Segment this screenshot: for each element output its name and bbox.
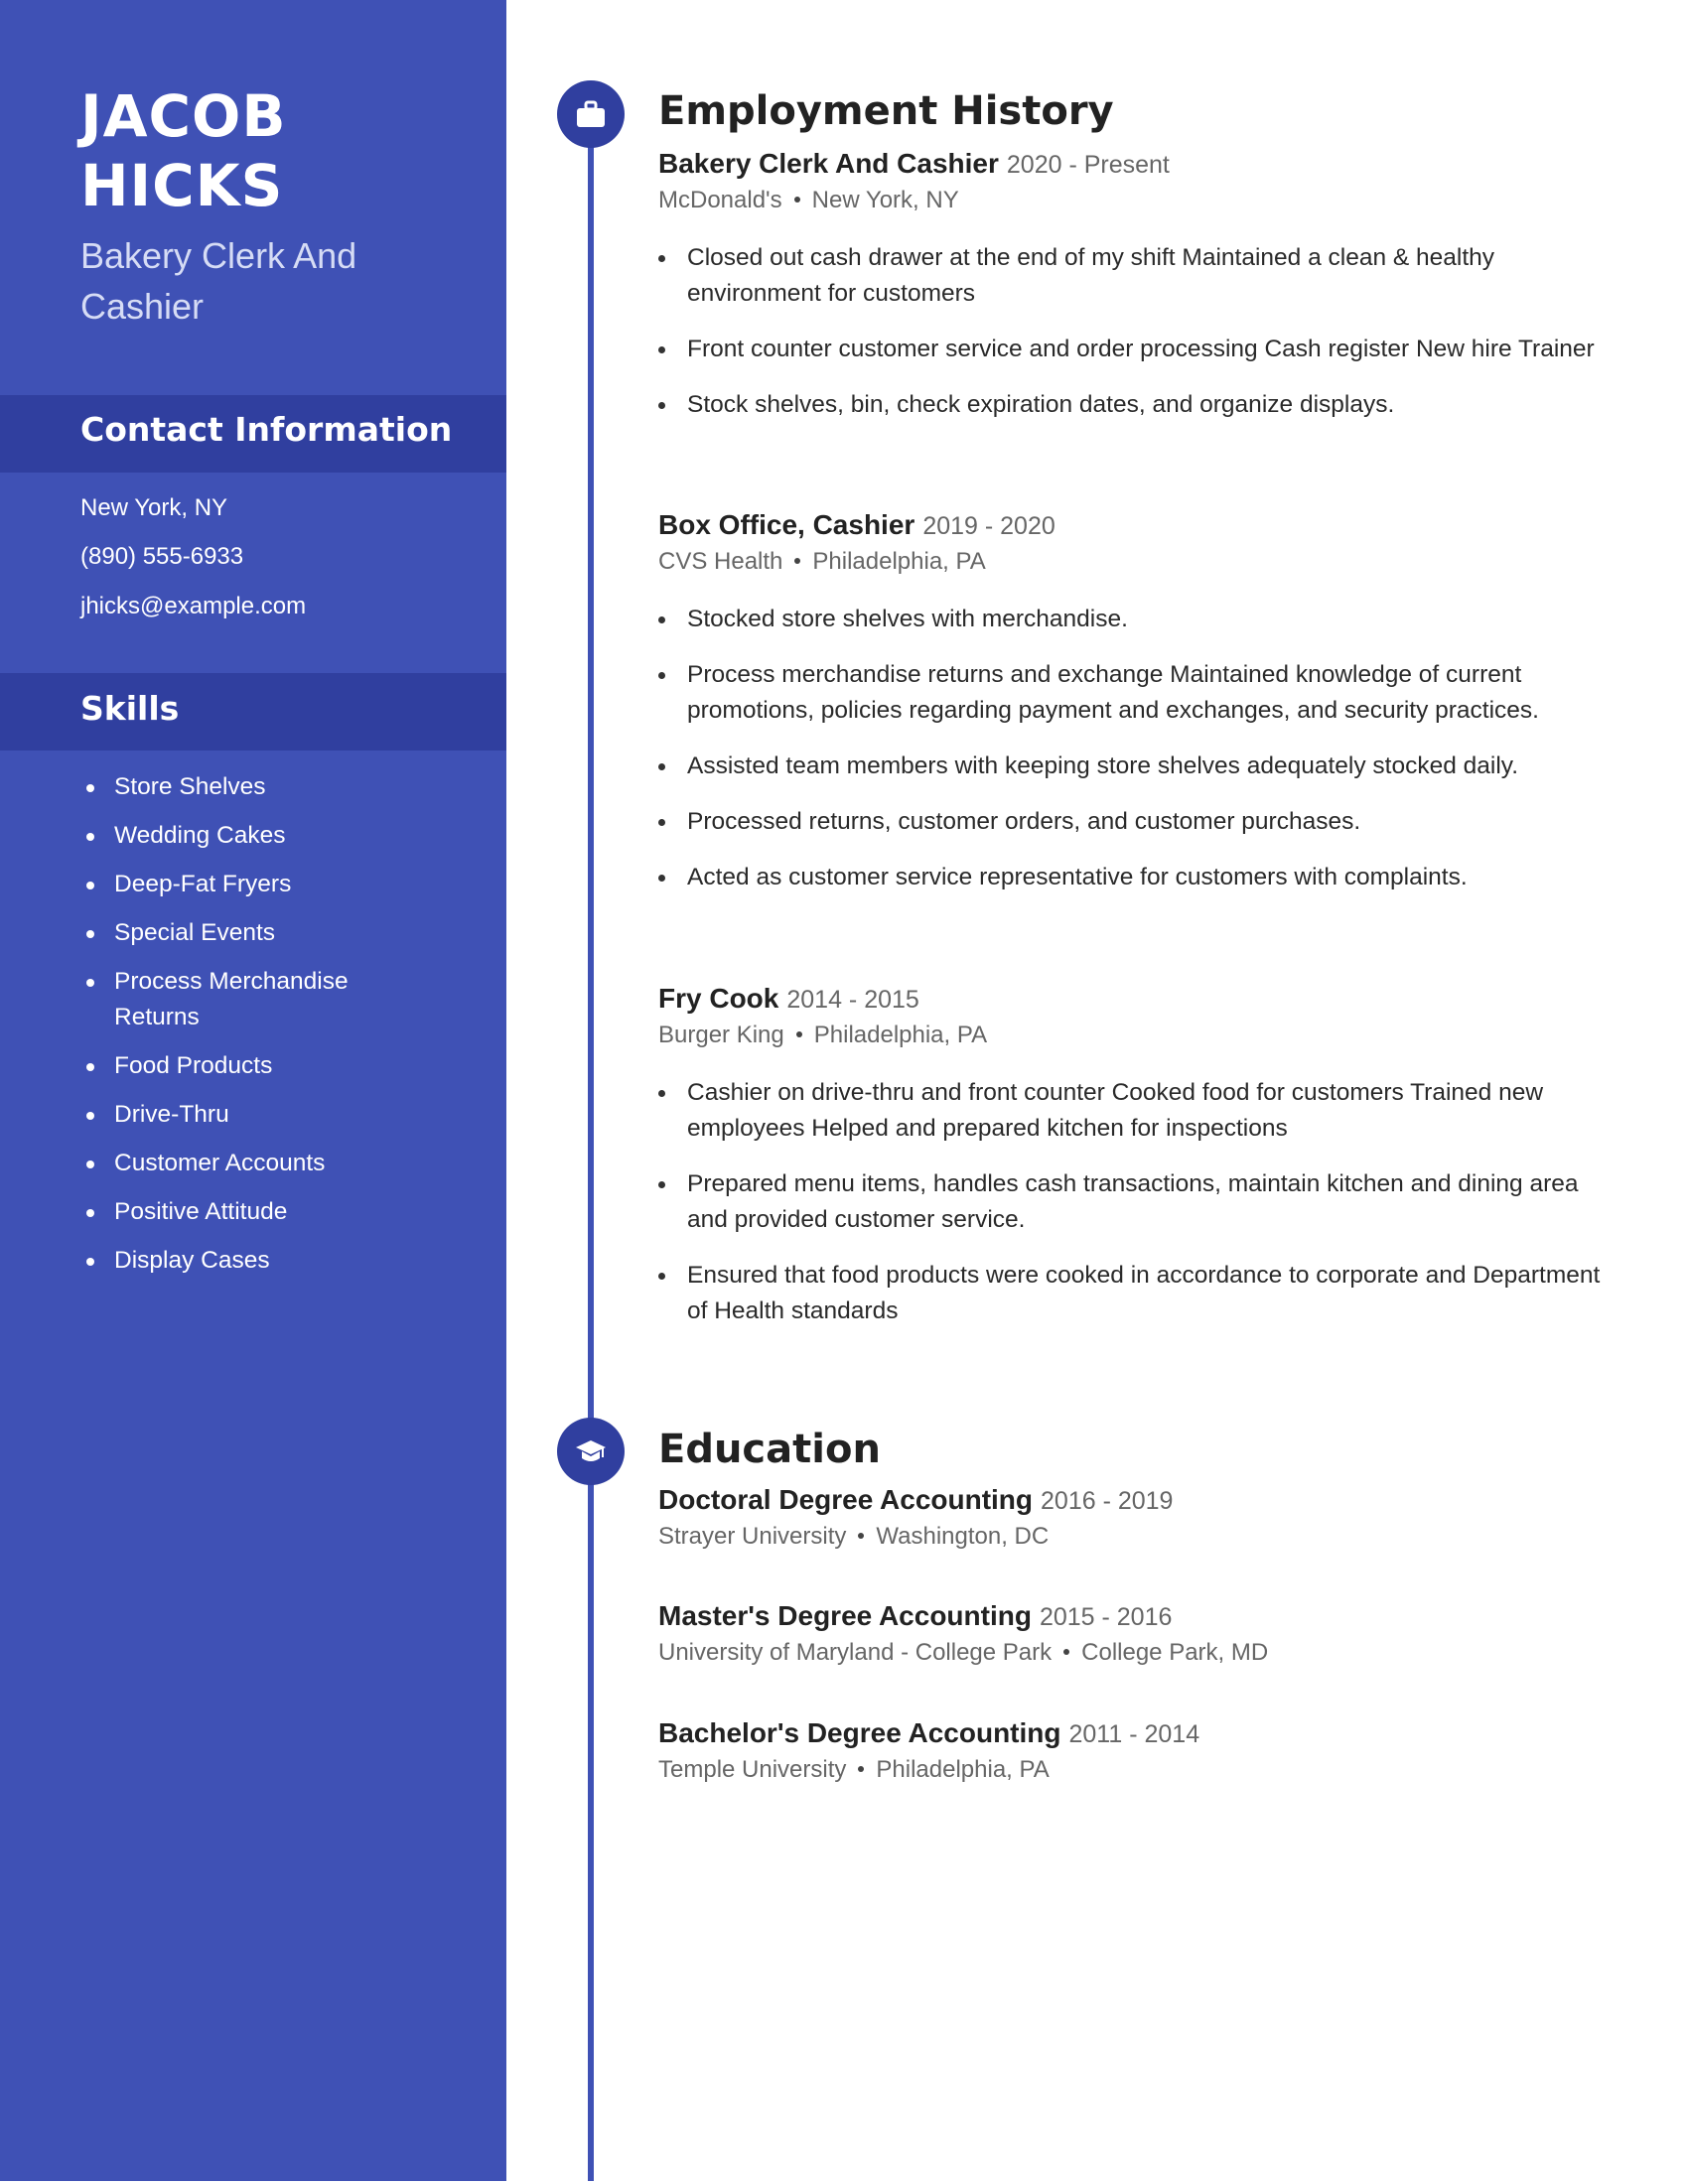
job-bullet: Stocked store shelves with merchandise. (658, 602, 1621, 637)
employment-icon-badge (557, 80, 625, 148)
education-section: Education Doctoral Degree Accounting 2016… (658, 1425, 1621, 1783)
job-entry: Fry Cook 2014 - 2015 Burger King Philadelp… (658, 981, 1621, 1349)
separator-dot (793, 196, 800, 203)
job-bullet: Stock shelves, bin, check expiration dat… (658, 387, 1621, 423)
degree-dates: 2016 - 2019 (1041, 1487, 1174, 1515)
skill-item: Special Events (80, 915, 478, 951)
school-name: Temple University (658, 1756, 847, 1783)
candidate-name: JACOB HICKS (80, 81, 287, 220)
education-entry: Doctoral Degree Accounting 2016 - 2019 St… (658, 1482, 1621, 1555)
skills-header-band (0, 673, 506, 751)
job-bullet: Front counter customer service and order… (658, 332, 1621, 367)
job-location: New York, NY (811, 187, 959, 213)
first-name: JACOB (80, 82, 287, 150)
timeline-line (588, 114, 594, 2181)
job-bullets: Stocked store shelves with merchandise. … (658, 602, 1621, 895)
job-bullet: Acted as customer service representative… (658, 860, 1621, 895)
skill-item: Deep-Fat Fryers (80, 867, 478, 902)
job-dates: 2019 - 2020 (922, 512, 1055, 540)
job-entry: Box Office, Cashier 2019 - 2020 CVS Healt… (658, 507, 1621, 915)
education-entry: Master's Degree Accounting 2015 - 2016 Un… (658, 1598, 1621, 1671)
job-bullets: Cashier on drive-thru and front counter … (658, 1075, 1621, 1329)
employment-section: Employment History Bakery Clerk And Cash… (658, 86, 1621, 1324)
separator-dot (795, 1030, 802, 1037)
job-bullet: Processed returns, customer orders, and … (658, 804, 1621, 840)
skill-item: Positive Attitude (80, 1194, 478, 1230)
briefcase-icon (577, 100, 605, 127)
job-bullet: Ensured that food products were cooked i… (658, 1258, 1621, 1329)
skill-item: Display Cases (80, 1243, 478, 1279)
job-bullets: Closed out cash drawer at the end of my … (658, 240, 1621, 423)
job-location: Philadelphia, PA (813, 1022, 988, 1048)
separator-dot (1063, 1648, 1070, 1655)
candidate-title: Bakery Clerk And Cashier (80, 235, 357, 327)
education-heading: Education (658, 1427, 881, 1472)
school-location: Philadelphia, PA (876, 1756, 1050, 1783)
degree-title: Bachelor's Degree Accounting (658, 1717, 1061, 1748)
skill-item: Process Merchandise Returns (80, 964, 402, 1035)
contact-location: New York, NY (80, 494, 228, 521)
skills-list: Store Shelves Wedding Cakes Deep-Fat Fry… (80, 769, 478, 1292)
job-title: Fry Cook (658, 983, 779, 1014)
contact-email[interactable]: jhicks@example.com (80, 593, 306, 620)
school-name: University of Maryland - College Park (658, 1639, 1053, 1666)
degree-dates: 2011 - 2014 (1068, 1720, 1200, 1748)
job-dates: 2014 - 2015 (786, 986, 919, 1014)
separator-dot (794, 557, 801, 564)
degree-title: Master's Degree Accounting (658, 1600, 1032, 1631)
job-entry: Bakery Clerk And Cashier 2020 - Present M… (658, 146, 1621, 443)
degree-dates: 2015 - 2016 (1039, 1603, 1173, 1631)
education-entry: Bachelor's Degree Accounting 2011 - 2014 … (658, 1715, 1621, 1788)
school-name: Strayer University (658, 1523, 847, 1550)
job-bullet: Prepared menu items, handles cash transa… (658, 1166, 1621, 1238)
last-name: HICKS (80, 152, 284, 219)
job-company: McDonald's (658, 187, 782, 213)
contact-heading: Contact Information (80, 410, 453, 449)
skills-heading: Skills (80, 689, 180, 728)
graduation-cap-icon (576, 1440, 606, 1461)
sidebar: JACOB HICKS Bakery Clerk And Cashier Con… (0, 0, 506, 2181)
education-icon-badge (557, 1418, 625, 1485)
job-title: Box Office, Cashier (658, 509, 915, 540)
degree-title: Doctoral Degree Accounting (658, 1484, 1034, 1515)
job-company: Burger King (658, 1022, 784, 1048)
employment-heading: Employment History (658, 88, 1114, 134)
skill-item: Customer Accounts (80, 1146, 478, 1181)
skill-item: Food Products (80, 1048, 478, 1084)
contact-phone[interactable]: (890) 555-6933 (80, 543, 243, 571)
job-title: Bakery Clerk And Cashier (658, 148, 999, 179)
separator-dot (858, 1765, 865, 1772)
job-bullet: Cashier on drive-thru and front counter … (658, 1075, 1621, 1147)
separator-dot (858, 1532, 865, 1539)
skill-item: Drive-Thru (80, 1097, 478, 1133)
job-dates: 2020 - Present (1006, 151, 1170, 179)
skill-item: Store Shelves (80, 769, 478, 805)
job-bullet: Assisted team members with keeping store… (658, 749, 1621, 784)
job-location: Philadelphia, PA (812, 548, 986, 575)
school-location: College Park, MD (1081, 1639, 1269, 1666)
job-company: CVS Health (658, 548, 783, 575)
skill-item: Wedding Cakes (80, 818, 478, 854)
job-bullet: Process merchandise returns and exchange… (658, 657, 1621, 729)
school-location: Washington, DC (876, 1523, 1050, 1550)
job-bullet: Closed out cash drawer at the end of my … (658, 240, 1621, 312)
